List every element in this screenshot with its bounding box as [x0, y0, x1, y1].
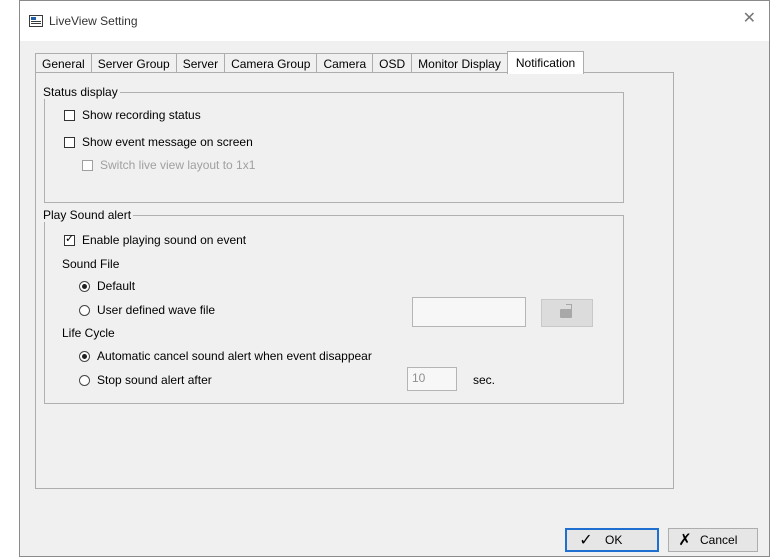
stop-after-row[interactable]: Stop sound alert after [79, 373, 212, 387]
show-recording-row[interactable]: Show recording status [64, 108, 201, 122]
auto-cancel-radio[interactable] [79, 350, 90, 362]
stop-after-label: Stop sound alert after [97, 373, 212, 387]
tab-osd[interactable]: OSD [372, 53, 413, 73]
title-bar: LiveView Setting ✕ [20, 1, 769, 41]
show-event-message-row[interactable]: Show event message on screen [64, 135, 253, 149]
ok-label: OK [605, 533, 623, 547]
tab-notification[interactable]: Notification [506, 51, 585, 74]
app-icon [29, 15, 43, 27]
show-recording-checkbox[interactable] [64, 109, 75, 121]
enable-sound-label: Enable playing sound on event [82, 233, 247, 247]
x-icon: ✗ [678, 532, 692, 549]
status-display-legend: Status display [43, 85, 118, 99]
life-cycle-label: Life Cycle [62, 326, 115, 340]
auto-cancel-label: Automatic cancel sound alert when event … [97, 349, 372, 363]
show-event-message-label: Show event message on screen [82, 135, 253, 149]
user-wave-radio[interactable] [79, 304, 90, 316]
close-icon[interactable]: ✕ [743, 11, 756, 27]
notification-panel: Status display Show recording status Sho… [35, 72, 674, 489]
switch-layout-row: Switch live view layout to 1x1 [82, 158, 255, 172]
tab-general[interactable]: General [35, 53, 92, 73]
ok-button[interactable]: ✓ OK [565, 528, 659, 552]
enable-sound-row[interactable]: Enable playing sound on event [64, 233, 246, 247]
cancel-label: Cancel [700, 533, 738, 547]
switch-layout-checkbox [82, 159, 93, 171]
default-sound-radio[interactable] [79, 280, 90, 292]
folder-icon [560, 304, 572, 318]
tab-strip: General Server Group Server Camera Group… [35, 51, 585, 74]
browse-wave-button[interactable] [541, 299, 593, 327]
sound-file-label: Sound File [62, 257, 120, 271]
tab-server[interactable]: Server [175, 53, 226, 73]
tab-camera-group[interactable]: Camera Group [224, 53, 318, 73]
default-sound-label: Default [97, 279, 136, 293]
auto-cancel-row[interactable]: Automatic cancel sound alert when event … [79, 349, 372, 363]
user-wave-row[interactable]: User defined wave file [79, 303, 215, 317]
tab-camera[interactable]: Camera [316, 53, 374, 73]
default-sound-row[interactable]: Default [79, 279, 135, 293]
cancel-button[interactable]: ✗ Cancel [668, 528, 758, 552]
window-title: LiveView Setting [49, 14, 138, 28]
stop-after-seconds-input[interactable]: 10 [407, 367, 457, 391]
show-event-message-checkbox[interactable] [64, 136, 75, 148]
show-recording-label: Show recording status [82, 108, 201, 122]
play-sound-alert-legend: Play Sound alert [43, 208, 132, 222]
tab-monitor-display[interactable]: Monitor Display [411, 53, 508, 73]
switch-layout-label: Switch live view layout to 1x1 [100, 158, 256, 172]
wave-file-input[interactable] [412, 297, 526, 327]
user-wave-label: User defined wave file [97, 303, 216, 317]
stop-after-radio[interactable] [79, 374, 90, 386]
check-icon: ✓ [579, 532, 593, 549]
liveview-setting-dialog: LiveView Setting ✕ General Server Group … [19, 0, 770, 557]
seconds-unit-label: sec. [473, 373, 496, 387]
enable-sound-checkbox[interactable] [64, 233, 75, 246]
tab-server-group[interactable]: Server Group [90, 53, 177, 73]
